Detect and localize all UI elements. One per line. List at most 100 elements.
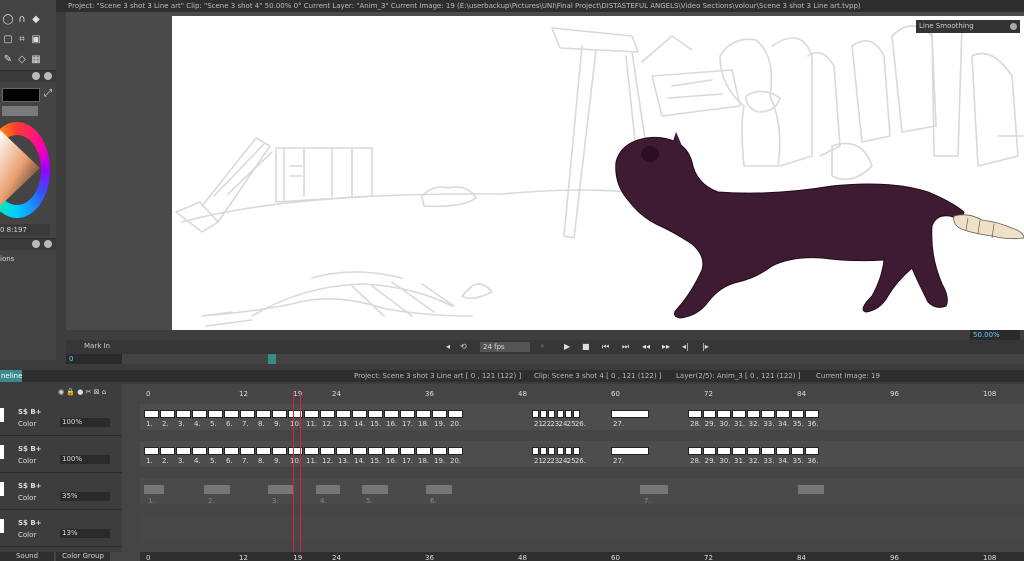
frame-cell[interactable] bbox=[352, 447, 367, 455]
current-color-swatch[interactable] bbox=[2, 88, 40, 102]
mark-in-label[interactable]: Mark In bbox=[84, 342, 110, 350]
frame-cell[interactable] bbox=[192, 447, 207, 455]
frame-cell[interactable] bbox=[224, 447, 239, 455]
frame-cell[interactable] bbox=[790, 410, 805, 418]
close-icon[interactable] bbox=[44, 72, 52, 80]
frame-cell[interactable] bbox=[160, 410, 175, 418]
next-frame-icon[interactable]: |▸ bbox=[702, 343, 709, 351]
layer-flags[interactable]: S$ B+ bbox=[18, 482, 42, 490]
frame-cell[interactable] bbox=[384, 410, 399, 418]
frame-cell[interactable] bbox=[776, 447, 790, 455]
frame-cell[interactable] bbox=[611, 447, 649, 455]
play-icon[interactable]: ▶ bbox=[564, 343, 570, 351]
frame-cell[interactable] bbox=[176, 410, 191, 418]
frame-cell[interactable] bbox=[304, 410, 319, 418]
frame-cell[interactable] bbox=[256, 447, 271, 455]
current-frame-field[interactable]: 0 bbox=[66, 354, 122, 364]
eyedropper-icon[interactable]: ⤢ bbox=[42, 88, 54, 100]
brush-icon[interactable]: ✎ bbox=[2, 54, 14, 66]
ghost-cell[interactable] bbox=[426, 485, 452, 494]
tab-timeline[interactable]: neline bbox=[0, 370, 22, 382]
layer-row[interactable]: S$ B+ Color 13% bbox=[0, 511, 122, 547]
frame-cell[interactable] bbox=[144, 447, 159, 455]
frame-cell[interactable] bbox=[702, 410, 717, 418]
canvas-viewport[interactable]: Line Smoothing bbox=[66, 12, 1024, 330]
frame-cell[interactable] bbox=[746, 447, 761, 455]
frame-cell[interactable] bbox=[717, 447, 731, 455]
frame-cell[interactable] bbox=[540, 410, 548, 418]
frame-cell[interactable] bbox=[448, 447, 463, 455]
speaker-icon[interactable]: ◂ bbox=[446, 343, 450, 351]
frame-cell[interactable] bbox=[548, 447, 556, 455]
layer-row[interactable]: S$ B+ Color 35% bbox=[0, 474, 122, 510]
frame-cell[interactable] bbox=[746, 410, 761, 418]
frame-cell[interactable] bbox=[176, 447, 191, 455]
frame-cell[interactable] bbox=[532, 410, 540, 418]
frame-cell[interactable] bbox=[384, 447, 399, 455]
frame-cell[interactable] bbox=[761, 447, 775, 455]
tab-sound[interactable]: Sound bbox=[0, 552, 54, 561]
layer-track[interactable]: 1. 2. 3. 4. 5. 6. 7. 8. 9. 10. 11. 12. 13. 14. 15. 16. 1… bbox=[140, 404, 1024, 430]
layer-opacity[interactable]: 13% bbox=[60, 529, 110, 538]
frame-scrubber[interactable]: 0 bbox=[66, 354, 1024, 364]
ghost-cell[interactable] bbox=[144, 485, 164, 494]
layer-opacity[interactable]: 35% bbox=[60, 492, 110, 501]
ghost-cell[interactable] bbox=[204, 485, 230, 494]
last-frame-icon[interactable]: ⏭ bbox=[622, 343, 629, 351]
frame-cell[interactable] bbox=[368, 410, 383, 418]
next-key-icon[interactable]: ▸▸ bbox=[662, 343, 670, 351]
curve-icon[interactable]: ∩ bbox=[16, 14, 28, 26]
frame-ruler-bottom[interactable]: 0 12 19 24 36 48 60 72 84 96 108 bbox=[140, 552, 1024, 561]
frame-cell[interactable] bbox=[790, 447, 805, 455]
frame-cell[interactable] bbox=[320, 447, 335, 455]
frame-cell[interactable] bbox=[240, 410, 255, 418]
scrubber-thumb[interactable] bbox=[268, 354, 276, 364]
frame-cell[interactable] bbox=[432, 410, 447, 418]
frame-cell[interactable] bbox=[572, 447, 580, 455]
frame-cell[interactable] bbox=[336, 410, 351, 418]
frame-cell[interactable] bbox=[400, 410, 415, 418]
frame-cell[interactable] bbox=[416, 410, 431, 418]
layer-flags[interactable]: S$ B+ bbox=[18, 445, 42, 453]
frame-cell[interactable] bbox=[688, 447, 702, 455]
color-slot-bar[interactable] bbox=[2, 106, 38, 116]
smoothing-menu-icon[interactable] bbox=[1010, 23, 1017, 30]
ghost-cell[interactable] bbox=[316, 485, 340, 494]
tab-color-group[interactable]: Color Group bbox=[56, 552, 110, 561]
frame-cell[interactable] bbox=[272, 410, 287, 418]
layer-track[interactable]: 1. 2. 3. 4. 5. 6. 7. bbox=[140, 478, 1024, 505]
frame-cell[interactable] bbox=[611, 410, 649, 418]
frame-cell[interactable] bbox=[805, 447, 819, 455]
ghost-cell[interactable] bbox=[640, 485, 668, 494]
frame-cell[interactable] bbox=[805, 410, 819, 418]
frame-cell[interactable] bbox=[532, 447, 540, 455]
frame-cell[interactable] bbox=[208, 410, 223, 418]
frame-cell[interactable] bbox=[256, 410, 271, 418]
ghost-cell[interactable] bbox=[268, 485, 294, 494]
layer-opacity[interactable]: 100% bbox=[60, 455, 110, 464]
lasso-icon[interactable]: ◯ bbox=[2, 14, 14, 26]
frame-cell[interactable] bbox=[776, 410, 790, 418]
frame-cell[interactable] bbox=[572, 410, 580, 418]
layer-opacity[interactable]: 100% bbox=[60, 418, 110, 427]
minimize-icon[interactable] bbox=[32, 72, 40, 80]
layer-flags[interactable]: S$ B+ bbox=[18, 408, 42, 416]
frame-cell[interactable] bbox=[368, 447, 383, 455]
ghost-cell[interactable] bbox=[362, 485, 388, 494]
loop-icon[interactable]: ⟲ bbox=[460, 343, 467, 351]
frame-cell[interactable] bbox=[416, 447, 431, 455]
prev-key-icon[interactable]: ◂◂ bbox=[642, 343, 650, 351]
frame-cell[interactable] bbox=[761, 410, 775, 418]
zoom-level[interactable]: 50.00% bbox=[970, 330, 1020, 340]
frame-cell[interactable] bbox=[224, 410, 239, 418]
frame-cell[interactable] bbox=[400, 447, 415, 455]
frame-cell[interactable] bbox=[732, 410, 746, 418]
frame-cell[interactable] bbox=[564, 410, 572, 418]
layer-track[interactable]: 1. 2. 3. 4. 5. 6. 7. 8. 9. 10. 11. 12. 13. 14. 15. 16. 1… bbox=[140, 441, 1024, 467]
minimize-icon[interactable] bbox=[32, 240, 40, 248]
frame-cell[interactable] bbox=[272, 447, 287, 455]
frame-cell[interactable] bbox=[732, 447, 746, 455]
frame-cell[interactable] bbox=[688, 410, 702, 418]
frame-cell[interactable] bbox=[540, 447, 548, 455]
frame-cell[interactable] bbox=[548, 410, 556, 418]
